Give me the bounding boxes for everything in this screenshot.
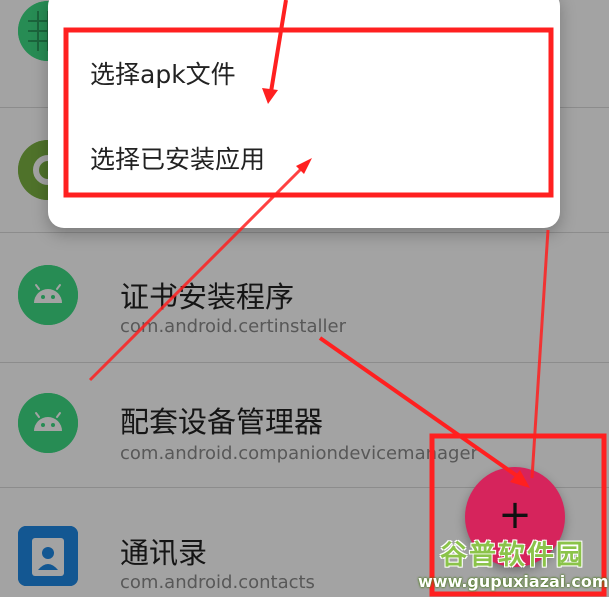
watermark-logo: 谷普软件园 (440, 540, 585, 571)
menu-item-select-installed-app[interactable]: 选择已安装应用 (90, 140, 265, 176)
menu-item-select-apk[interactable]: 选择apk文件 (90, 55, 236, 91)
popup-menu: 选择apk文件 选择已安装应用 (48, 0, 560, 228)
watermark-url: www.gupuxiazai.com (418, 572, 609, 591)
watermark: 谷普软件园 www.gupuxiazai.com (418, 533, 609, 595)
